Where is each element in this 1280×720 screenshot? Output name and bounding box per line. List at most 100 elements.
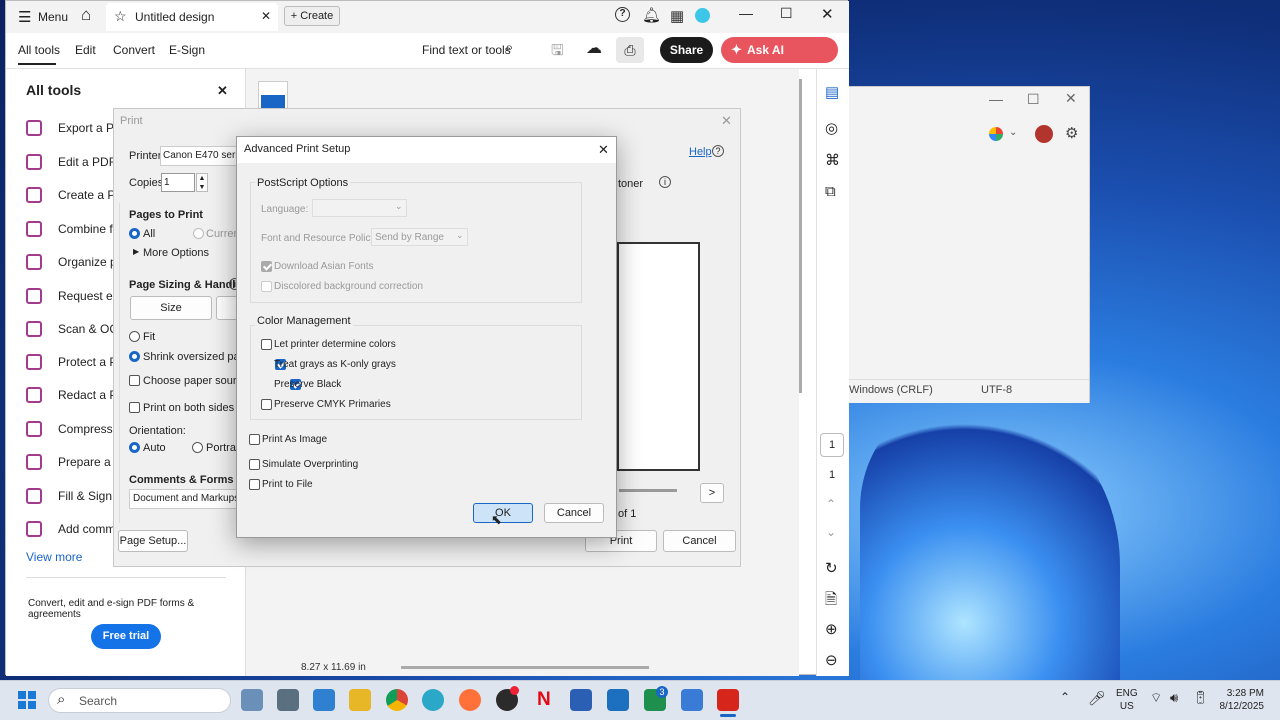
simulate-overprinting-checkbox[interactable] bbox=[249, 459, 260, 470]
both-sides-checkbox[interactable] bbox=[129, 402, 140, 413]
discolored-checkbox[interactable] bbox=[261, 281, 272, 292]
home-icon[interactable]: ⌂ bbox=[81, 5, 91, 25]
cancel-button[interactable]: Cancel bbox=[544, 503, 604, 523]
print-as-image-checkbox[interactable] bbox=[249, 434, 260, 445]
chevron-down-icon[interactable]: ⌄ bbox=[826, 525, 836, 539]
help-icon[interactable]: ? bbox=[615, 7, 630, 22]
apps-grid-icon[interactable]: ▦ bbox=[670, 7, 684, 25]
close-panel-icon[interactable]: ✕ bbox=[217, 83, 228, 99]
ai-assistant-button[interactable]: ✦ Ask AI Assistant bbox=[721, 37, 838, 83]
edge-icon[interactable] bbox=[422, 689, 444, 711]
close-window-icon[interactable]: ✕ bbox=[821, 5, 834, 23]
chevron-up-icon[interactable]: ⌃ bbox=[1060, 690, 1070, 704]
refresh-icon[interactable]: ↻ bbox=[825, 559, 838, 577]
printer-select[interactable]: Canon E470 series bbox=[160, 146, 238, 166]
find-text-button[interactable]: Find text or tools bbox=[422, 43, 511, 57]
maximize-icon[interactable]: ☐ bbox=[780, 5, 793, 22]
acrobat-icon[interactable] bbox=[717, 689, 739, 711]
more-options-link[interactable]: More Options bbox=[143, 247, 209, 259]
language-indicator[interactable]: ENG US bbox=[1116, 687, 1138, 713]
let-printer-checkbox[interactable] bbox=[261, 339, 272, 350]
windows-start-icon[interactable] bbox=[18, 691, 36, 709]
store-icon[interactable] bbox=[607, 689, 629, 711]
search-icon[interactable]: ⌕ bbox=[505, 39, 513, 56]
next-page-button[interactable]: > bbox=[700, 483, 724, 503]
chrome-icon[interactable] bbox=[386, 689, 408, 711]
page-setup-button[interactable]: Page Setup... bbox=[118, 530, 188, 552]
minimize-icon[interactable]: — bbox=[739, 5, 753, 21]
chevron-down-icon[interactable]: ⌄ bbox=[1009, 127, 1017, 138]
hamburger-icon[interactable]: ☰ bbox=[18, 8, 31, 26]
cloud-icon[interactable] bbox=[695, 8, 710, 23]
close-icon[interactable]: ✕ bbox=[1065, 90, 1077, 107]
bell-icon[interactable]: 🔔︎ bbox=[642, 6, 661, 24]
current-page-radio[interactable] bbox=[193, 228, 204, 239]
print-to-file-checkbox[interactable] bbox=[249, 479, 260, 490]
language-select[interactable] bbox=[312, 199, 407, 217]
word-icon[interactable] bbox=[570, 689, 592, 711]
avatar[interactable] bbox=[1035, 125, 1053, 143]
file-explorer-icon[interactable] bbox=[349, 689, 371, 711]
taskbar-search[interactable]: ⌕ Search bbox=[48, 688, 231, 713]
zoom-in-icon[interactable]: ⊕ bbox=[825, 620, 838, 638]
notepad-window[interactable]: — ☐ ✕ ⌄ ⚙ Windows (CRLF) UTF-8 bbox=[848, 86, 1090, 403]
info-icon[interactable]: i bbox=[659, 176, 671, 188]
firefox-icon[interactable] bbox=[459, 689, 481, 711]
pages-icon[interactable]: ⧉ bbox=[825, 183, 836, 200]
tab-convert[interactable]: Convert bbox=[113, 43, 155, 57]
search-panel-icon[interactable]: ◎ bbox=[825, 119, 838, 137]
video-app-icon[interactable] bbox=[277, 689, 299, 711]
copies-stepper[interactable]: ▲ ▼ bbox=[196, 173, 208, 192]
comments-select[interactable]: Document and Markups bbox=[129, 489, 237, 509]
document-tab[interactable]: ☆ Untitled design ✕ bbox=[106, 3, 278, 31]
netflix-icon[interactable]: N bbox=[537, 689, 551, 711]
tab-edit[interactable]: Edit bbox=[75, 43, 96, 57]
zoom-out-icon[interactable]: ⊖ bbox=[825, 651, 838, 669]
free-trial-button[interactable]: Free trial bbox=[91, 624, 161, 649]
minimize-icon[interactable]: — bbox=[989, 91, 1003, 107]
ok-button[interactable]: OK bbox=[473, 503, 533, 523]
wifi-icon[interactable]: ⌔ bbox=[1150, 690, 1162, 706]
star-icon[interactable]: ☆ bbox=[114, 8, 127, 25]
volume-icon[interactable]: 🔊︎ bbox=[1170, 690, 1178, 706]
tab-all-tools[interactable]: All tools bbox=[18, 43, 60, 57]
preview-slider[interactable] bbox=[619, 489, 677, 492]
menu-button[interactable]: Menu bbox=[38, 10, 68, 24]
choose-paper-checkbox[interactable] bbox=[129, 375, 140, 386]
print-icon[interactable]: ⎙ bbox=[616, 37, 644, 63]
maximize-icon[interactable]: ☐ bbox=[1027, 91, 1040, 108]
copies-input[interactable]: 1 bbox=[161, 173, 195, 192]
microphone-icon[interactable]: 🎤︎ bbox=[1088, 690, 1106, 707]
upload-cloud-icon[interactable]: ☁ bbox=[586, 38, 602, 58]
calculator-app-icon[interactable] bbox=[241, 689, 263, 711]
portrait-radio[interactable] bbox=[192, 442, 203, 453]
battery-icon[interactable]: 🔋︎ bbox=[1192, 690, 1209, 706]
preserve-cmyk-checkbox[interactable] bbox=[261, 399, 272, 410]
size-button[interactable]: Size bbox=[130, 296, 212, 320]
copilot-icon[interactable] bbox=[989, 127, 1003, 141]
page-number-input[interactable]: 1 bbox=[820, 433, 844, 457]
close-tab-icon[interactable]: ✕ bbox=[261, 9, 271, 23]
shrink-radio[interactable] bbox=[129, 351, 140, 362]
gear-icon[interactable]: ⚙ bbox=[1065, 124, 1078, 142]
close-icon[interactable]: ✕ bbox=[598, 142, 609, 158]
create-button[interactable]: + Create bbox=[284, 6, 340, 26]
page-edit-icon[interactable]: 🗎︎ bbox=[825, 589, 837, 614]
close-icon[interactable]: ✕ bbox=[721, 113, 732, 129]
tab-esign[interactable]: E-Sign bbox=[169, 43, 205, 57]
save-icon[interactable]: 🖫︎ bbox=[551, 40, 564, 65]
clock[interactable]: 3:28 PM 8/12/2025 bbox=[1216, 687, 1265, 713]
auto-radio[interactable] bbox=[129, 442, 140, 453]
help-link[interactable]: Help bbox=[689, 146, 712, 158]
vertical-scrollbar[interactable] bbox=[799, 79, 802, 393]
fit-radio[interactable] bbox=[129, 331, 140, 342]
comment-panel-icon[interactable]: ▤ bbox=[825, 83, 839, 101]
notes-app-icon[interactable] bbox=[681, 689, 703, 711]
cancel-button[interactable]: Cancel bbox=[663, 530, 736, 552]
share-button[interactable]: Share bbox=[660, 37, 713, 63]
bookmark-icon[interactable]: ⌘ bbox=[825, 151, 840, 169]
horizontal-scrollbar[interactable] bbox=[401, 666, 649, 669]
chevron-up-icon[interactable]: ⌃ bbox=[826, 497, 836, 511]
poster-button[interactable] bbox=[216, 296, 238, 320]
all-pages-radio[interactable] bbox=[129, 228, 140, 239]
